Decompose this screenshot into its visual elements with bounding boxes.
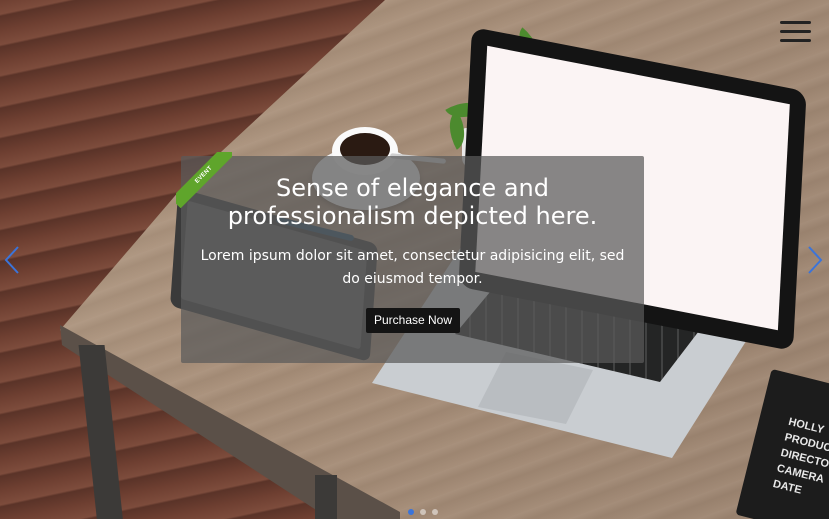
pagination-dot[interactable] <box>420 509 426 515</box>
table-leg <box>315 475 337 519</box>
event-badge: EVENT <box>176 152 232 208</box>
chevron-right-icon <box>808 246 823 274</box>
event-ribbon: EVENT <box>176 152 232 208</box>
slide-description-line: do eiusmod tempor. <box>342 271 483 287</box>
slide-description: Lorem ipsum dolor sit amet, consectetur … <box>181 245 644 291</box>
slide-title-line: Sense of elegance and <box>276 174 549 202</box>
slide-title-line: professionalism depicted here. <box>227 202 598 230</box>
next-slide-button[interactable] <box>805 245 825 275</box>
chevron-left-icon <box>4 246 19 274</box>
previous-slide-button[interactable] <box>2 245 22 275</box>
slide-pagination <box>405 500 441 515</box>
slide-caption: Sense of elegance and professionalism de… <box>181 156 644 363</box>
purchase-now-button[interactable]: Purchase Now <box>366 308 460 333</box>
slide-description-line: Lorem ipsum dolor sit amet, consectetur … <box>200 248 625 264</box>
slide-title: Sense of elegance and professionalism de… <box>181 174 644 230</box>
hero-slider: HOLLY PRODUCT DIRECTO CAMERA DATE Sense … <box>0 0 829 519</box>
pagination-dot-active[interactable] <box>408 509 414 515</box>
pagination-dot[interactable] <box>432 509 438 515</box>
hamburger-icon[interactable] <box>780 19 811 45</box>
